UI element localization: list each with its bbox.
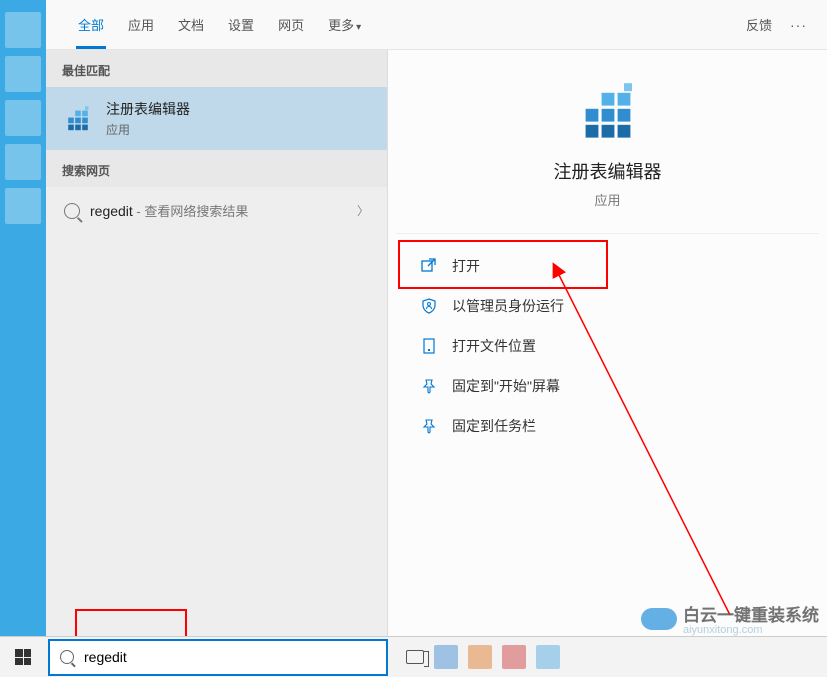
web-search-header: 搜索网页: [46, 150, 387, 187]
app-preview-panel: 注册表编辑器 应用 打开 以管理员身份运行 打开文件位置 固定到"开始"屏幕: [388, 50, 827, 636]
desktop-shortcut[interactable]: [5, 100, 41, 136]
result-regedit-app[interactable]: 注册表编辑器 应用: [46, 87, 387, 150]
pin-taskbar-icon: [420, 417, 438, 435]
best-match-header: 最佳匹配: [46, 50, 387, 87]
preview-app-type: 应用: [416, 190, 799, 209]
action-label: 打开: [452, 256, 480, 276]
open-icon: [420, 257, 438, 275]
search-icon: [60, 650, 74, 664]
preview-app-name: 注册表编辑器: [416, 158, 799, 184]
taskbar-app-icon[interactable]: [536, 645, 560, 669]
action-open[interactable]: 打开: [392, 246, 823, 286]
watermark: 白云一键重装系统 aiyunxitong.com: [641, 601, 819, 636]
desktop-shortcut[interactable]: [5, 188, 41, 224]
action-pin-to-start[interactable]: 固定到"开始"屏幕: [392, 366, 823, 406]
admin-icon: [420, 297, 438, 315]
taskbar-app-icon[interactable]: [502, 645, 526, 669]
folder-icon: [420, 337, 438, 355]
tab-all[interactable]: 全部: [66, 0, 116, 49]
feedback-link[interactable]: 反馈: [746, 15, 772, 34]
action-label: 固定到任务栏: [452, 416, 536, 436]
taskbar-app-icon[interactable]: [468, 645, 492, 669]
chevron-down-icon: ▾: [356, 22, 361, 33]
web-hint: - 查看网络搜索结果: [133, 204, 249, 219]
windows-logo-icon: [15, 649, 31, 665]
action-run-as-admin[interactable]: 以管理员身份运行: [392, 286, 823, 326]
start-button[interactable]: [0, 637, 46, 678]
tab-settings[interactable]: 设置: [216, 0, 266, 49]
watermark-text: 白云一键重装系统: [683, 601, 819, 626]
search-filter-tabs: 全部 应用 文档 设置 网页 更多▾ 反馈 ···: [46, 0, 827, 50]
search-results-panel: 最佳匹配 注册表编辑器 应用 搜索网页 regedit - 查看网络搜索结果 〉: [46, 50, 388, 636]
chevron-right-icon: 〉: [357, 202, 369, 219]
tab-more[interactable]: 更多▾: [316, 0, 373, 49]
web-query: regedit: [90, 203, 133, 219]
desktop-shortcut[interactable]: [5, 12, 41, 48]
action-label: 打开文件位置: [452, 336, 536, 356]
web-result-regedit[interactable]: regedit - 查看网络搜索结果 〉: [46, 187, 387, 234]
regedit-icon: [62, 103, 94, 135]
tab-web[interactable]: 网页: [266, 0, 316, 49]
action-list: 打开 以管理员身份运行 打开文件位置 固定到"开始"屏幕 固定到任务栏: [388, 234, 827, 458]
regedit-large-icon: [576, 80, 640, 144]
desktop-background-strip: [0, 0, 46, 636]
search-icon: [64, 203, 80, 219]
action-open-file-location[interactable]: 打开文件位置: [392, 326, 823, 366]
taskbar-app-icon[interactable]: [434, 645, 458, 669]
action-label: 固定到"开始"屏幕: [452, 376, 560, 396]
watermark-logo-icon: [641, 608, 677, 630]
result-title: 注册表编辑器: [106, 99, 371, 119]
desktop-shortcut[interactable]: [5, 56, 41, 92]
tab-documents[interactable]: 文档: [166, 0, 216, 49]
action-pin-to-taskbar[interactable]: 固定到任务栏: [392, 406, 823, 446]
action-label: 以管理员身份运行: [452, 296, 564, 316]
search-input[interactable]: [84, 649, 376, 665]
result-subtitle: 应用: [106, 121, 371, 138]
taskbar: [0, 636, 827, 677]
pin-start-icon: [420, 377, 438, 395]
taskbar-search-box[interactable]: [48, 639, 388, 676]
tab-apps[interactable]: 应用: [116, 0, 166, 49]
task-view-icon[interactable]: [406, 650, 424, 664]
desktop-shortcut[interactable]: [5, 144, 41, 180]
more-options-icon[interactable]: ···: [790, 17, 807, 33]
